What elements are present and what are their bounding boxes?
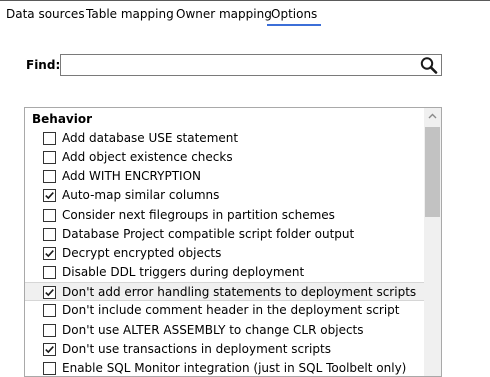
option-row[interactable]: Decrypt encrypted objects bbox=[25, 244, 424, 263]
option-checkbox[interactable] bbox=[43, 304, 56, 317]
option-checkbox[interactable] bbox=[43, 343, 56, 356]
option-label: Disable DDL triggers during deployment bbox=[62, 265, 305, 279]
option-row[interactable]: Don't use ALTER ASSEMBLY to change CLR o… bbox=[25, 321, 424, 340]
option-row[interactable]: Add WITH ENCRYPTION bbox=[25, 167, 424, 186]
option-row[interactable]: Don't add error handling statements to d… bbox=[25, 282, 424, 301]
option-row[interactable]: Add object existence checks bbox=[25, 148, 424, 167]
option-row[interactable]: Consider next filegroups in partition sc… bbox=[25, 206, 424, 225]
checkmark-icon bbox=[45, 250, 54, 258]
option-label: Don't add error handling statements to d… bbox=[62, 285, 417, 299]
option-label: Add database USE statement bbox=[62, 131, 239, 145]
option-label: Consider next filegroups in partition sc… bbox=[62, 208, 335, 222]
options-list: Behavior Add database USE statement Add o… bbox=[24, 107, 442, 377]
option-checkbox[interactable] bbox=[43, 170, 56, 183]
option-row[interactable]: Auto-map similar columns bbox=[25, 186, 424, 205]
scroll-thumb[interactable] bbox=[425, 127, 440, 217]
tab-label: Table mapping bbox=[86, 7, 174, 21]
tab-table-mapping[interactable]: Table mapping bbox=[86, 6, 174, 26]
option-row[interactable]: Add database USE statement bbox=[25, 129, 424, 148]
option-checkbox[interactable] bbox=[43, 247, 56, 260]
checkmark-icon bbox=[45, 289, 54, 297]
find-label: Find: bbox=[26, 58, 61, 72]
tab-owner-mapping[interactable]: Owner mapping bbox=[176, 6, 272, 26]
tab-options[interactable]: Options bbox=[267, 6, 322, 26]
option-label: Database Project compatible script folde… bbox=[62, 227, 355, 241]
option-checkbox[interactable] bbox=[43, 266, 56, 279]
find-input[interactable] bbox=[63, 56, 421, 74]
option-checkbox[interactable] bbox=[43, 132, 56, 145]
top-divider bbox=[0, 0, 490, 1]
option-label: Auto-map similar columns bbox=[62, 188, 220, 202]
option-row[interactable]: Don't include comment header in the depl… bbox=[25, 301, 424, 320]
active-tab-indicator bbox=[267, 24, 322, 26]
option-checkbox[interactable] bbox=[43, 324, 56, 337]
option-checkbox[interactable] bbox=[43, 362, 56, 375]
option-checkbox[interactable] bbox=[43, 286, 56, 299]
checkmark-icon bbox=[45, 192, 54, 200]
tab-label: Owner mapping bbox=[176, 7, 272, 21]
option-label: Don't include comment header in the depl… bbox=[62, 303, 400, 317]
magnifier-icon bbox=[420, 57, 438, 74]
group-header-behavior: Behavior bbox=[32, 112, 93, 126]
option-label: Don't use transactions in deployment scr… bbox=[62, 342, 331, 356]
find-field bbox=[60, 54, 442, 76]
option-checkbox[interactable] bbox=[43, 228, 56, 241]
option-row[interactable]: Don't use transactions in deployment scr… bbox=[25, 340, 424, 359]
chevron-up-icon bbox=[428, 113, 437, 119]
option-label: Add WITH ENCRYPTION bbox=[62, 169, 201, 183]
option-row[interactable]: Disable DDL triggers during deployment bbox=[25, 263, 424, 282]
option-label: Add object existence checks bbox=[62, 150, 233, 164]
option-label: Enable SQL Monitor integration (just in … bbox=[62, 361, 407, 375]
tab-label: Options bbox=[271, 7, 318, 21]
option-label: Decrypt encrypted objects bbox=[62, 246, 222, 260]
option-row[interactable]: Database Project compatible script folde… bbox=[25, 225, 424, 244]
tab-data-sources[interactable]: Data sources bbox=[6, 6, 85, 26]
option-label: Don't use ALTER ASSEMBLY to change CLR o… bbox=[62, 323, 364, 337]
vertical-scrollbar[interactable] bbox=[424, 108, 441, 376]
option-checkbox[interactable] bbox=[43, 189, 56, 202]
checkmark-icon bbox=[45, 346, 54, 354]
option-checkbox[interactable] bbox=[43, 209, 56, 222]
tab-label: Data sources bbox=[6, 7, 85, 21]
scroll-up-button[interactable] bbox=[424, 108, 441, 125]
option-checkbox[interactable] bbox=[43, 151, 56, 164]
option-row[interactable]: Enable SQL Monitor integration (just in … bbox=[25, 359, 424, 376]
search-button[interactable] bbox=[419, 56, 439, 74]
